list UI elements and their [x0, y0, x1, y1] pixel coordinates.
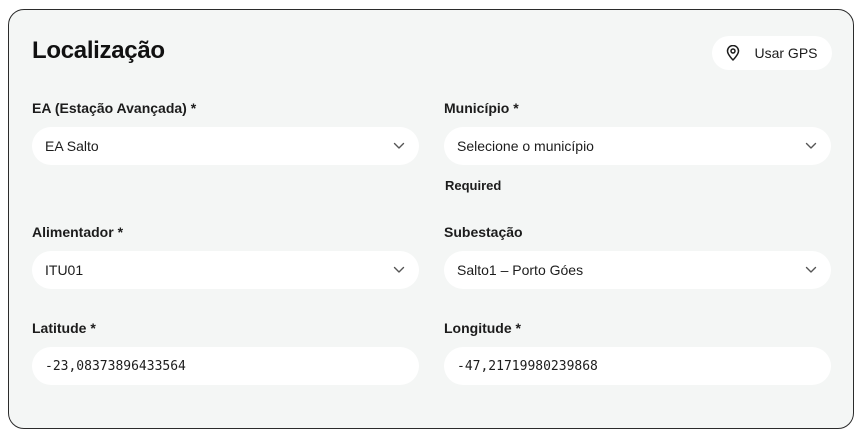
chevron-down-icon: [805, 142, 817, 150]
latitude-input-value: -23,08373896433564: [45, 358, 186, 374]
ea-select[interactable]: EA Salto: [32, 127, 419, 165]
municipio-required-message: Required: [445, 178, 502, 193]
alimentador-select[interactable]: ITU01: [32, 251, 419, 289]
ea-label: EA (Estação Avançada) *: [32, 100, 197, 116]
location-card: Localização Usar GPS EA (Estação Avançad…: [8, 9, 854, 429]
alimentador-label: Alimentador *: [32, 224, 124, 240]
map-pin-icon: [726, 45, 740, 61]
subestacao-label: Subestação: [444, 224, 523, 240]
longitude-input[interactable]: -47,21719980239868: [444, 347, 831, 385]
longitude-label: Longitude *: [444, 320, 521, 336]
longitude-input-value: -47,21719980239868: [457, 358, 598, 374]
section-title: Localização: [32, 37, 165, 64]
ea-select-value: EA Salto: [45, 138, 99, 154]
subestacao-select-value: Salto1 – Porto Góes: [457, 262, 584, 278]
chevron-down-icon: [393, 142, 405, 150]
municipio-label: Município *: [444, 100, 519, 116]
municipio-select-placeholder: Selecione o município: [457, 138, 594, 154]
municipio-select[interactable]: Selecione o município: [444, 127, 831, 165]
chevron-down-icon: [393, 266, 405, 274]
use-gps-button[interactable]: Usar GPS: [712, 36, 832, 70]
latitude-label: Latitude *: [32, 320, 96, 336]
use-gps-label: Usar GPS: [754, 45, 818, 61]
subestacao-select[interactable]: Salto1 – Porto Góes: [444, 251, 831, 289]
chevron-down-icon: [805, 266, 817, 274]
alimentador-select-value: ITU01: [45, 262, 84, 278]
latitude-input[interactable]: -23,08373896433564: [32, 347, 419, 385]
